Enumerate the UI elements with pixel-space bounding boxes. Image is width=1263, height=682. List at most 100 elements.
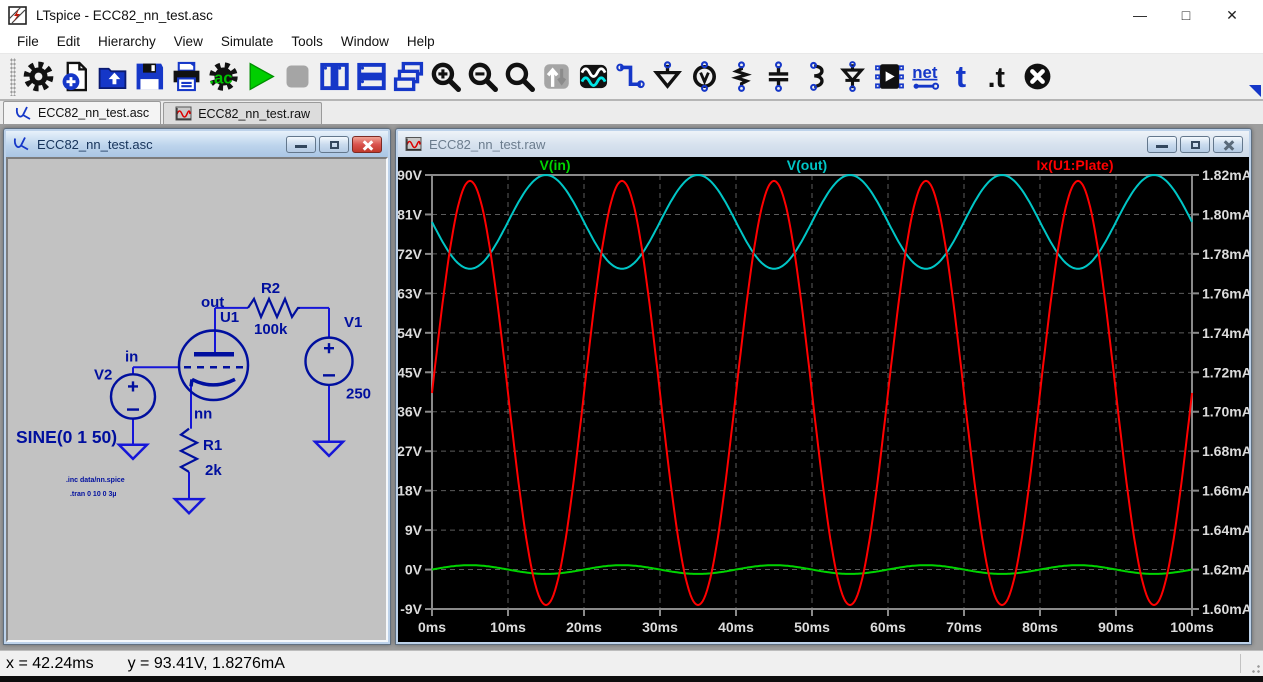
close-button[interactable]: ✕ [1209,0,1255,30]
zoom-out-button[interactable] [464,58,501,96]
capacitor-icon [763,61,794,92]
schematic-close-button[interactable] [352,136,382,153]
y-right-tick-label: 1.82mA [1202,167,1249,183]
net-label-icon: net [911,61,942,92]
spice-directive-button[interactable]: .t [982,58,1019,96]
y-right-tick-label: 1.62mA [1202,562,1249,578]
waveform-window-titlebar[interactable]: ECC82_nn_test.raw [398,131,1249,157]
ground-button[interactable] [649,58,686,96]
schematic-window: ECC82_nn_test.asc [3,128,391,645]
net-label-nn: nn [194,406,212,423]
tile-vertical-button[interactable] [316,58,353,96]
voltage-button[interactable] [686,58,723,96]
ground-icon [315,442,343,456]
menu-hierarchy[interactable]: Hierarchy [89,31,165,52]
spice-directive-label: .t [988,62,1006,92]
schematic-restore-button[interactable] [319,136,349,153]
y-right-tick-label: 1.70mA [1202,404,1249,420]
x-tick-label: 10ms [490,619,526,635]
tab-schematic[interactable]: ECC82_nn_test.asc [3,101,161,124]
run-icon [245,61,276,92]
inductor-button[interactable] [797,58,834,96]
schematic-window-title: ECC82_nn_test.asc [37,137,153,152]
menu-tools[interactable]: Tools [282,31,332,52]
resistor-icon [726,61,757,92]
ground-icon [175,499,203,513]
tile-horizontal-button[interactable] [353,58,390,96]
y-left-tick-label: 0V [405,562,423,578]
gear-icon [23,61,54,92]
settings-button[interactable] [20,58,57,96]
schematic-window-titlebar[interactable]: ECC82_nn_test.asc [6,131,388,157]
y-left-tick-label: 45V [398,364,423,380]
menu-simulate[interactable]: Simulate [212,31,283,52]
wire-button[interactable] [612,58,649,96]
spice-directive-tran: .tran 0 10 0 3µ [70,491,116,498]
net-label-button[interactable]: net [908,58,945,96]
menu-help[interactable]: Help [398,31,444,52]
menu-bar: File Edit Hierarchy View Simulate Tools … [0,30,1263,54]
triode-cathode [191,379,235,386]
resize-grip[interactable] [1248,661,1261,674]
title-bar[interactable]: LTspice - ECC82_nn_test.asc — □ ✕ [0,0,1263,30]
capacitor-button[interactable] [760,58,797,96]
schematic-minimize-button[interactable] [286,136,316,153]
menu-file[interactable]: File [8,31,48,52]
zoom-fit-button[interactable] [501,58,538,96]
text-button[interactable]: t [945,58,982,96]
y-right-tick-label: 1.66mA [1202,483,1249,499]
tab-label: ECC82_nn_test.asc [38,106,149,120]
tab-waveform[interactable]: ECC82_nn_test.raw [163,102,322,124]
new-schematic-button[interactable] [57,58,94,96]
menu-edit[interactable]: Edit [48,31,89,52]
open-button[interactable] [94,58,131,96]
window-title: LTspice - ECC82_nn_test.asc [36,8,213,23]
ltspice-logo-icon [8,6,27,25]
toolbar-grip[interactable] [10,58,16,96]
waveform-pane-button[interactable] [575,58,612,96]
menu-window[interactable]: Window [332,31,398,52]
y-left-tick-label: 90V [398,167,423,183]
y-left-tick-label: 18V [398,483,423,499]
component-button[interactable] [871,58,908,96]
autorange-button[interactable] [538,58,575,96]
zoom-out-icon [467,61,498,92]
x-tick-label: 80ms [1022,619,1058,635]
x-tick-label: 0ms [418,619,446,635]
run-button[interactable] [242,58,279,96]
value-v1: 250 [346,385,371,402]
waveform-close-button[interactable] [1213,136,1243,153]
y-right-tick-label: 1.76mA [1202,285,1249,301]
print-button[interactable] [168,58,205,96]
waveform-doc-icon [405,136,422,152]
toolbar-overflow-icon[interactable] [1248,84,1262,98]
menu-view[interactable]: View [165,31,212,52]
halt-button[interactable] [279,58,316,96]
waveform-plot[interactable]: 0ms10ms20ms30ms40ms50ms60ms70ms80ms90ms1… [398,157,1249,642]
maximize-button[interactable]: □ [1163,0,1209,30]
cascade-button[interactable] [390,58,427,96]
x-tick-label: 40ms [718,619,754,635]
cancel-button[interactable] [1019,58,1056,96]
value-r1: 2k [205,462,222,479]
y-left-tick-label: 54V [398,325,423,341]
schematic-doc-icon [13,136,30,152]
trace-label[interactable]: V(out) [787,157,827,173]
waveform-minimize-button[interactable] [1147,136,1177,153]
trace-label[interactable]: V(in) [539,157,570,173]
y-right-tick-label: 1.68mA [1202,443,1249,459]
minimize-button[interactable]: — [1117,0,1163,30]
ac-analysis-icon: .ac [208,61,239,92]
schematic-canvas[interactable]: out U1 R2 100k V1 250 in V2 nn R1 2k SIN… [6,157,388,642]
zoom-in-button[interactable] [427,58,464,96]
ground-icon [119,445,147,459]
save-button[interactable] [131,58,168,96]
waveform-restore-button[interactable] [1180,136,1210,153]
ac-analysis-button[interactable]: .ac [205,58,242,96]
trace-label[interactable]: Ix(U1:Plate) [1036,157,1113,173]
diode-button[interactable] [834,58,871,96]
ground-icon [652,61,683,92]
mdi-area: ECC82_nn_test.asc [0,124,1263,650]
resistor-button[interactable] [723,58,760,96]
tab-bar: ECC82_nn_test.asc ECC82_nn_test.raw [0,101,1263,124]
